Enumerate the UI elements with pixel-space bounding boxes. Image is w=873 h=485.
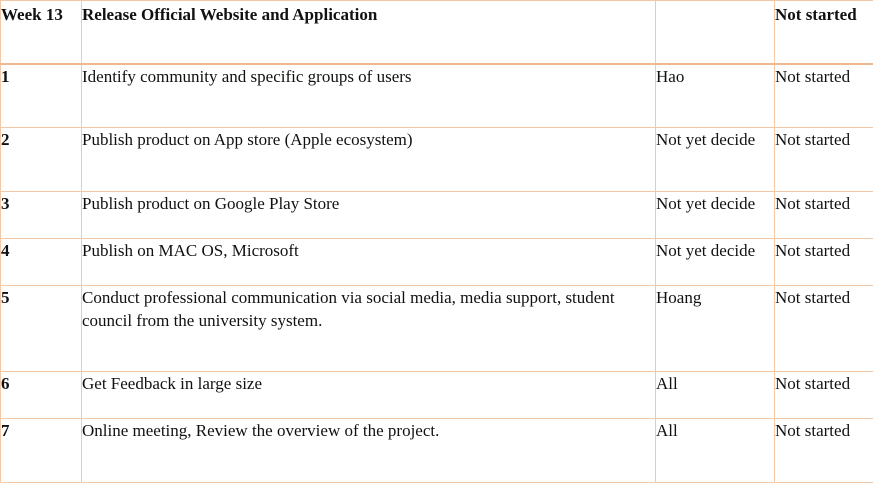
row-task: Publish product on Google Play Store bbox=[81, 191, 656, 239]
row-task: Identify community and specific groups o… bbox=[81, 63, 656, 128]
row-owner: Hao bbox=[655, 63, 775, 128]
row-number: 6 bbox=[0, 371, 82, 419]
table-row: 3 Publish product on Google Play Store N… bbox=[0, 191, 873, 239]
row-status: Not started bbox=[774, 191, 873, 239]
row-status: Not started bbox=[774, 371, 873, 419]
row-owner: All bbox=[655, 418, 775, 483]
row-owner-text: All bbox=[656, 374, 678, 393]
row-number: 3 bbox=[0, 191, 82, 239]
row-task: Publish product on App store (Apple ecos… bbox=[81, 127, 656, 192]
row-owner-text: Hoang bbox=[656, 288, 702, 307]
row-task: Conduct professional communication via s… bbox=[81, 285, 656, 372]
row-owner: Hoang bbox=[655, 285, 775, 372]
row-number: 2 bbox=[0, 127, 82, 192]
row-number: 1 bbox=[0, 63, 82, 128]
row-owner-text: All bbox=[656, 421, 678, 440]
row-owner-text: Not yet decide bbox=[656, 130, 756, 149]
row-task: Publish on MAC OS, Microsoft bbox=[81, 238, 656, 286]
row-owner: Not yet decide bbox=[655, 238, 775, 286]
row-number: 5 bbox=[0, 285, 82, 372]
row-owner-text: Not yet decide bbox=[656, 241, 756, 260]
table-row: 2 Publish product on App store (Apple ec… bbox=[0, 127, 873, 192]
row-task: Online meeting, Review the overview of t… bbox=[81, 418, 656, 483]
row-number: 7 bbox=[0, 418, 82, 483]
row-status: Not started bbox=[774, 238, 873, 286]
header-owner bbox=[655, 0, 775, 65]
row-status: Not started bbox=[774, 418, 873, 483]
header-week: Week 13 bbox=[0, 0, 82, 65]
row-status: Not started bbox=[774, 127, 873, 192]
table-row: 1 Identify community and specific groups… bbox=[0, 63, 873, 128]
row-status: Not started bbox=[774, 285, 873, 372]
row-owner: Not yet decide bbox=[655, 127, 775, 192]
table-row: 5 Conduct professional communication via… bbox=[0, 285, 873, 372]
release-plan-table: Week 13 Release Official Website and App… bbox=[0, 0, 873, 483]
table-header-row: Week 13 Release Official Website and App… bbox=[0, 0, 873, 65]
header-status: Not started bbox=[774, 0, 873, 65]
row-task: Get Feedback in large size bbox=[81, 371, 656, 419]
table-row: 4 Publish on MAC OS, Microsoft Not yet d… bbox=[0, 238, 873, 286]
row-number: 4 bbox=[0, 238, 82, 286]
row-owner: Not yet decide bbox=[655, 191, 775, 239]
row-owner-text: Not yet decide bbox=[656, 194, 756, 213]
table-row: 7 Online meeting, Review the overview of… bbox=[0, 418, 873, 483]
row-owner: All bbox=[655, 371, 775, 419]
table-row: 6 Get Feedback in large size All Not sta… bbox=[0, 371, 873, 419]
header-title: Release Official Website and Application bbox=[81, 0, 656, 65]
row-status: Not started bbox=[774, 63, 873, 128]
row-owner-text: Hao bbox=[656, 66, 685, 86]
